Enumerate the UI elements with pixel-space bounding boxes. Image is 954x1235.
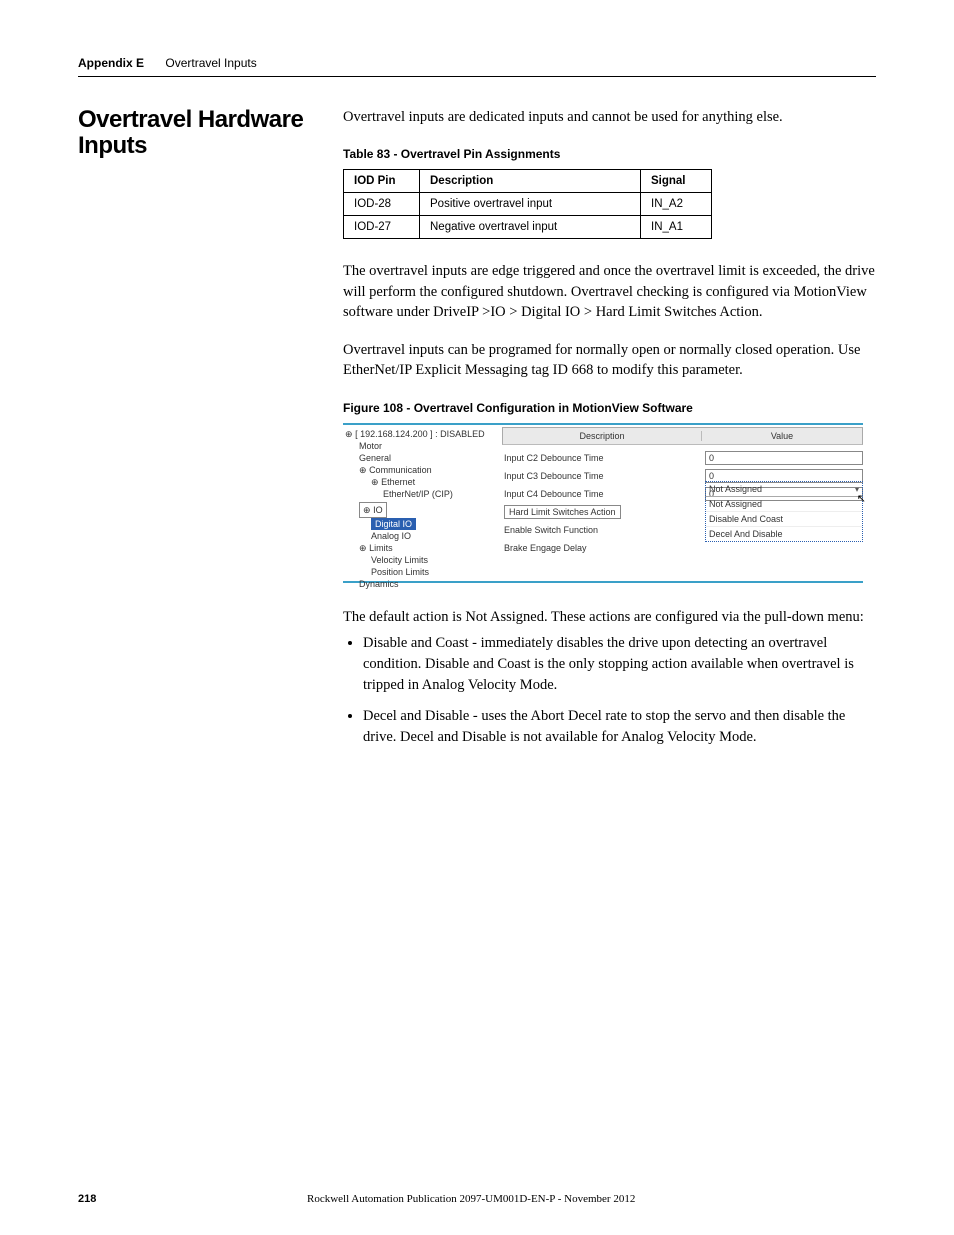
actions-list: Disable and Coast - immediately disables… — [363, 633, 876, 748]
page-footer: 218 Rockwell Automation Publication 2097… — [78, 1193, 876, 1205]
cursor-icon: ↖ — [857, 492, 866, 505]
section-title: Overtravel Hardware Inputs — [78, 107, 343, 160]
tree-expand-icon[interactable]: ⊕ — [371, 477, 379, 487]
appendix-label: Appendix E — [78, 56, 144, 70]
intro-paragraph: Overtravel inputs are dedicated inputs a… — [343, 107, 876, 127]
table-caption: Table 83 - Overtravel Pin Assignments — [343, 147, 876, 161]
list-item: Disable and Coast - immediately disables… — [363, 633, 876, 696]
hard-limit-dropdown[interactable]: Not Assigned ▾ Not Assigned Disable And … — [705, 481, 863, 542]
dropdown-option[interactable]: Not Assigned — [706, 497, 862, 512]
header-rule — [78, 76, 876, 77]
list-item: Decel and Disable - uses the Abort Decel… — [363, 706, 876, 748]
dropdown-options: Not Assigned Disable And Coast Decel And… — [706, 496, 862, 541]
tree-expand-icon[interactable]: ⊕ — [359, 543, 367, 553]
tree-item-analog-io[interactable]: Analog IO — [345, 530, 496, 542]
tree-pane: ⊕ [ 192.168.124.200 ] : DISABLED Motor G… — [343, 425, 498, 581]
tree-item-io[interactable]: IO — [373, 505, 383, 515]
page-header: Appendix E Overtravel Inputs — [78, 56, 876, 70]
tree-item-general[interactable]: General — [345, 452, 496, 464]
tree-item-position-limits[interactable]: Position Limits — [345, 566, 496, 578]
tree-item-digital-io[interactable]: Digital IO — [371, 518, 416, 530]
prop-row: Input C2 Debounce Time 0 — [502, 449, 863, 467]
table-row: IOD-28 Positive overtravel input IN_A2 — [344, 193, 712, 216]
tree-item-enetip[interactable]: EtherNet/IP (CIP) — [345, 488, 496, 500]
prop-row-hard-limit: Hard Limit Switches Action Not Assigned … — [502, 503, 863, 521]
properties-header: Description Value — [502, 427, 863, 445]
page-number: 218 — [78, 1193, 96, 1205]
properties-pane: Description Value Input C2 Debounce Time… — [498, 425, 863, 581]
figure-caption: Figure 108 - Overtravel Configuration in… — [343, 401, 876, 415]
tree-item-velocity-limits[interactable]: Velocity Limits — [345, 554, 496, 566]
tree-expand-icon[interactable]: ⊕ — [359, 465, 367, 475]
col-value: Value — [702, 431, 862, 441]
col-description: Description — [503, 431, 702, 441]
th-signal: Signal — [641, 170, 712, 193]
th-desc: Description — [420, 170, 641, 193]
pin-assignments-table: IOD Pin Description Signal IOD-28 Positi… — [343, 169, 712, 239]
tree-item-limits[interactable]: Limits — [369, 543, 393, 553]
tree-expand-icon[interactable]: ⊕ — [363, 505, 371, 515]
publication-info: Rockwell Automation Publication 2097-UM0… — [96, 1193, 846, 1205]
tree-item-communication[interactable]: Communication — [369, 465, 432, 475]
header-subject: Overtravel Inputs — [165, 56, 256, 70]
dropdown-option[interactable]: Decel And Disable — [706, 527, 862, 541]
paragraph-2: The overtravel inputs are edge triggered… — [343, 261, 876, 322]
table-row: IOD-27 Negative overtravel input IN_A1 — [344, 216, 712, 239]
tree-item-motor[interactable]: Motor — [345, 440, 496, 452]
value-input[interactable]: 0 — [705, 451, 863, 465]
motionview-screenshot: ⊕ [ 192.168.124.200 ] : DISABLED Motor G… — [343, 423, 863, 583]
tree-item-dynamics[interactable]: Dynamics — [345, 578, 496, 590]
th-iod: IOD Pin — [344, 170, 420, 193]
paragraph-3: Overtravel inputs can be programed for n… — [343, 340, 876, 381]
tree-item-ethernet[interactable]: Ethernet — [381, 477, 415, 487]
dropdown-option[interactable]: Disable And Coast — [706, 512, 862, 527]
tree-expand-icon[interactable]: ⊕ — [345, 429, 353, 439]
paragraph-4: The default action is Not Assigned. Thes… — [343, 607, 876, 627]
